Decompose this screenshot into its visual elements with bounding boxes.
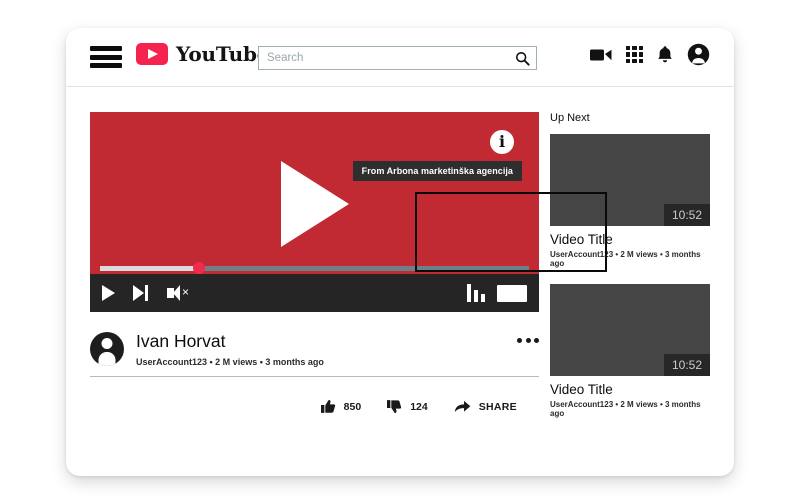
youtube-play-icon bbox=[136, 43, 168, 65]
share-label: SHARE bbox=[478, 400, 517, 413]
dislike-button[interactable]: 124 bbox=[387, 399, 428, 414]
search-button[interactable] bbox=[508, 47, 536, 69]
action-row: 850 124 SHARE bbox=[90, 399, 539, 414]
app-header: YouTube bbox=[66, 28, 734, 87]
hamburger-bar bbox=[90, 46, 122, 51]
list-item[interactable]: 10:52 Video Title UserAccount123 • 2 M v… bbox=[550, 284, 710, 418]
thumbs-down-icon bbox=[387, 400, 402, 413]
progress-scrubber[interactable] bbox=[192, 262, 205, 274]
progress-track[interactable] bbox=[100, 262, 529, 274]
share-button[interactable]: SHARE bbox=[454, 399, 517, 414]
section-divider bbox=[90, 376, 539, 377]
video-thumbnail[interactable]: 10:52 bbox=[550, 134, 710, 226]
progress-filled bbox=[100, 265, 199, 271]
youtube-logo[interactable]: YouTube bbox=[136, 42, 270, 66]
more-options-icon[interactable] bbox=[517, 338, 539, 343]
avatar-body bbox=[98, 352, 116, 366]
play-button[interactable] bbox=[102, 285, 115, 301]
suggestion-title: Video Title bbox=[550, 382, 613, 397]
list-item[interactable]: 10:52 Video Title UserAccount123 • 2 M v… bbox=[550, 134, 710, 268]
suggestion-title: Video Title bbox=[550, 232, 613, 247]
channel-text-block: Ivan Horvat UserAccount123 • 2 M views •… bbox=[136, 331, 324, 366]
up-next-column: Up Next 10:52 Video Title UserAccount123… bbox=[550, 112, 710, 434]
suggestion-meta: UserAccount123 • 2 M views • 3 months ag… bbox=[550, 250, 701, 268]
share-arrow-icon bbox=[454, 400, 471, 413]
video-thumbnail[interactable]: 10:52 bbox=[550, 284, 710, 376]
bell-icon[interactable] bbox=[657, 45, 673, 64]
header-icon-group bbox=[590, 43, 710, 66]
duration-badge: 10:52 bbox=[663, 354, 710, 376]
like-count: 850 bbox=[343, 400, 362, 413]
avatar-head bbox=[101, 338, 113, 349]
play-overlay-icon[interactable] bbox=[280, 161, 349, 247]
fullscreen-button[interactable] bbox=[497, 284, 527, 302]
search-icon bbox=[515, 51, 530, 66]
volume-muted-button[interactable]: × bbox=[167, 285, 191, 301]
next-track-button[interactable] bbox=[133, 285, 149, 301]
hamburger-menu-icon[interactable] bbox=[90, 46, 122, 68]
page-content: i From Arbona marketinška agencija × Iva… bbox=[66, 87, 734, 476]
search-bar[interactable] bbox=[258, 46, 537, 70]
channel-avatar[interactable] bbox=[90, 332, 124, 366]
dislike-count: 124 bbox=[410, 400, 428, 413]
video-title: Ivan Horvat bbox=[136, 331, 226, 352]
primary-column: i From Arbona marketinška agencija × Iva… bbox=[90, 112, 539, 414]
progress-bar[interactable] bbox=[90, 262, 539, 274]
quality-bars-button[interactable] bbox=[467, 284, 485, 302]
apps-grid-icon[interactable] bbox=[626, 46, 643, 63]
account-avatar-icon[interactable] bbox=[687, 43, 710, 66]
video-info-row: Ivan Horvat UserAccount123 • 2 M views •… bbox=[90, 326, 539, 372]
player-controls: × bbox=[90, 274, 539, 312]
mute-cross-glyph: × bbox=[182, 285, 190, 299]
up-next-heading: Up Next bbox=[550, 112, 590, 124]
video-meta: UserAccount123 • 2 M views • 3 months ag… bbox=[136, 356, 324, 367]
speaker-glyph bbox=[167, 285, 180, 301]
video-camera-icon[interactable] bbox=[590, 47, 612, 63]
youtube-logo-text: YouTube bbox=[176, 42, 270, 66]
suggestion-meta: UserAccount123 • 2 M views • 3 months ag… bbox=[550, 400, 701, 418]
hamburger-bar bbox=[90, 63, 122, 68]
duration-badge: 10:52 bbox=[663, 204, 710, 226]
apps-grid-glyph bbox=[626, 46, 643, 63]
account-avatar-glyph bbox=[687, 43, 710, 66]
search-input[interactable] bbox=[259, 47, 508, 69]
like-button[interactable]: 850 bbox=[320, 399, 362, 414]
sponsor-tooltip: From Arbona marketinška agencija bbox=[352, 161, 522, 181]
bell-glyph bbox=[658, 46, 672, 63]
app-window: YouTube Search i From Arbona marketinška… bbox=[66, 28, 734, 476]
info-circle-icon[interactable]: i bbox=[490, 130, 514, 154]
video-camera-glyph bbox=[590, 49, 612, 60]
hamburger-bar bbox=[90, 54, 122, 60]
video-player[interactable]: i From Arbona marketinška agencija × bbox=[90, 112, 539, 312]
thumbs-up-icon bbox=[320, 400, 335, 413]
